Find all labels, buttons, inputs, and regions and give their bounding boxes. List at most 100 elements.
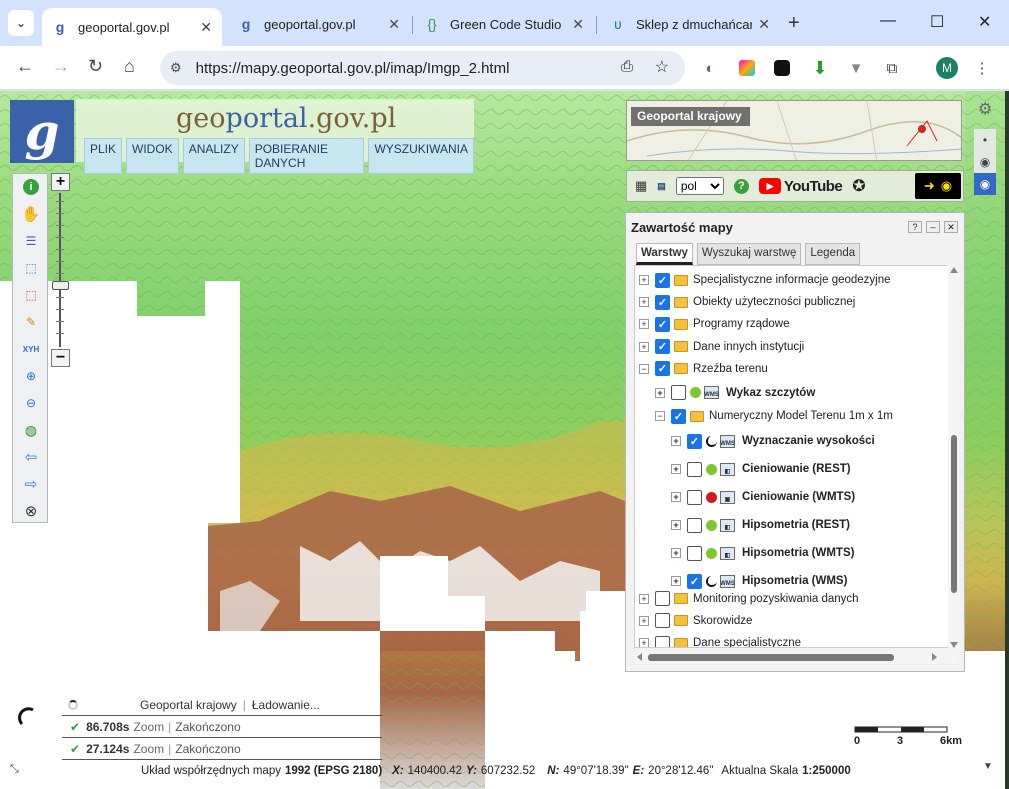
layer-visibility-checkbox[interactable] <box>671 385 686 400</box>
layer-visibility-checkbox[interactable] <box>687 517 702 533</box>
browser-menu-icon[interactable]: ⋮ <box>972 58 992 78</box>
layer-row[interactable]: + ✓ Dane innych instytucji <box>639 336 804 358</box>
expand-plus-icon[interactable]: + <box>639 341 649 352</box>
list-icon[interactable]: ☰ <box>21 232 41 250</box>
bookmark-star-icon[interactable]: ☆ <box>655 57 669 77</box>
expand-plus-icon[interactable]: + <box>671 464 681 475</box>
profile-avatar[interactable]: M <box>936 57 958 79</box>
info-icon[interactable]: i <box>21 178 41 196</box>
layer-row[interactable]: + ◧ Hipsometria (REST) <box>671 514 850 536</box>
accessibility-icon[interactable]: ✪ <box>852 176 865 196</box>
forward-arrow-icon[interactable]: → <box>52 56 70 77</box>
xyh-coordinates-icon[interactable]: XYH <box>21 340 41 358</box>
expand-plus-icon[interactable]: + <box>671 436 681 447</box>
expand-plus-icon[interactable]: + <box>671 492 681 503</box>
address-bar[interactable]: ⚙ https://mapy.geoportal.gov.pl/imap/Img… <box>160 51 685 85</box>
eye-small-icon[interactable]: ◉ <box>974 151 996 173</box>
select-rect-icon[interactable]: ⬚ <box>21 259 41 277</box>
zoom-handle[interactable] <box>52 281 69 290</box>
layer-visibility-checkbox[interactable] <box>687 489 702 505</box>
high-contrast-toggle[interactable]: ➜ ◉ <box>915 173 961 199</box>
calculator-icon[interactable]: ▦ <box>635 178 647 194</box>
layer-visibility-checkbox[interactable]: ✓ <box>671 408 686 424</box>
tab-warstwy[interactable]: Warstwy <box>636 243 693 265</box>
tab-geoportal-active[interactable]: g geoportal.gov.pl ✕ <box>42 8 222 46</box>
download-arrow-icon[interactable]: ⬇ <box>810 58 830 78</box>
tab-geoportal-2[interactable]: g geoportal.gov.pl ✕ <box>228 8 410 40</box>
layer-visibility-checkbox[interactable]: ✓ <box>655 316 670 332</box>
zoom-out-magnifier-icon[interactable]: ⊖ <box>21 394 41 412</box>
layer-visibility-checkbox[interactable] <box>655 635 670 647</box>
close-panel-icon[interactable]: ✕ <box>944 221 958 233</box>
settings-gear-icon[interactable]: ⚙ <box>978 99 992 119</box>
reload-icon[interactable]: ↻ <box>88 56 103 77</box>
layer-row[interactable]: + ◧ Cieniowanie (REST) <box>671 458 851 480</box>
globe-icon[interactable]: ◍ <box>21 421 41 439</box>
menu-widok[interactable]: WIDOK <box>126 138 179 174</box>
previous-view-arrow-icon[interactable]: ⇦ <box>21 448 41 466</box>
collapse-minus-icon[interactable]: − <box>655 411 665 422</box>
minimize-panel-icon[interactable]: – <box>926 221 940 233</box>
extension-c-icon[interactable]: ◐ <box>700 58 720 78</box>
layer-row[interactable]: + ✓ WMS Wyznaczanie wysokości <box>671 430 875 452</box>
expand-plus-icon[interactable]: + <box>639 319 649 330</box>
layer-row[interactable]: − ✓ Rzeźba terenu <box>639 358 768 380</box>
expand-plus-icon[interactable]: + <box>639 593 649 604</box>
geoportal-logo[interactable]: g <box>10 100 74 163</box>
layer-row[interactable]: + Skorowidze <box>639 610 752 632</box>
layer-visibility-checkbox[interactable] <box>687 461 702 477</box>
tab-close-icon[interactable]: ✕ <box>758 16 770 33</box>
extension-dark-icon[interactable] <box>772 58 792 78</box>
eye-visibility-icon[interactable]: ◉ <box>974 173 996 195</box>
close-window-icon[interactable]: ✕ <box>978 12 991 32</box>
expand-plus-icon[interactable]: + <box>671 548 681 559</box>
layer-row[interactable]: − ✓ Numeryczny Model Terenu 1m x 1m <box>655 405 893 427</box>
zoom-slider[interactable]: + − <box>51 173 71 367</box>
menu-plik[interactable]: PLIK <box>84 138 123 174</box>
expand-plus-icon[interactable]: + <box>671 576 681 587</box>
extensions-puzzle-icon[interactable]: ⧉ <box>882 58 902 78</box>
expand-plus-icon[interactable]: + <box>639 297 649 308</box>
tab-close-icon[interactable]: ✕ <box>388 16 400 33</box>
map-viewport[interactable]: g geoportal.gov.pl PLIK WIDOK ANALIZY PO… <box>0 91 1005 789</box>
site-info-icon[interactable]: ⚙ <box>170 60 182 76</box>
zoom-out-button[interactable]: − <box>51 349 70 367</box>
pan-hand-icon[interactable]: ✋ <box>21 205 41 223</box>
expand-plus-icon[interactable]: + <box>639 275 649 285</box>
wms-icon[interactable]: ▤ <box>657 181 666 192</box>
layer-visibility-checkbox[interactable] <box>655 591 670 607</box>
layer-tree-horizontal-scrollbar[interactable] <box>634 650 958 664</box>
layer-visibility-checkbox[interactable] <box>655 613 670 629</box>
expand-plus-icon[interactable]: + <box>671 520 681 531</box>
url-text[interactable]: https://mapy.geoportal.gov.pl/imap/Imgp_… <box>196 60 510 77</box>
tab-search-chevron-icon[interactable]: ⌄ <box>8 10 34 36</box>
select-rect-red-icon[interactable]: ⬚ <box>21 286 41 304</box>
home-icon[interactable]: ⌂ <box>124 56 135 77</box>
layer-row[interactable]: + Dane specjalistyczne <box>639 632 801 647</box>
zoom-in-magnifier-icon[interactable]: ⊕ <box>21 367 41 385</box>
next-view-arrow-icon[interactable]: ⇨ <box>21 475 41 493</box>
menu-pobieranie-danych[interactable]: POBIERANIE DANYCH <box>248 138 365 174</box>
layer-row[interactable]: + ✓ Programy rządowe <box>639 313 790 335</box>
zoom-in-button[interactable]: + <box>51 173 70 191</box>
language-select[interactable]: pol <box>675 177 724 195</box>
tab-sklep[interactable]: ʋ Sklep z dmuchańcami ✕ <box>600 8 780 40</box>
layer-visibility-checkbox[interactable]: ✓ <box>687 433 702 449</box>
menu-wyszukiwania[interactable]: WYSZUKIWANIA <box>368 138 474 174</box>
clear-circle-x-icon[interactable]: ⊗ <box>21 502 41 520</box>
layer-row[interactable]: + WMS Wykaz szczytów <box>655 382 815 404</box>
overview-map[interactable]: Geoportal krajowy <box>626 100 962 161</box>
install-app-icon[interactable]: ⎙ <box>621 58 633 75</box>
layer-tree-vertical-scrollbar[interactable] <box>948 265 960 650</box>
tab-wyszukaj-warstwe[interactable]: Wyszukaj warstwę <box>696 243 802 265</box>
tab-legenda[interactable]: Legenda <box>805 243 861 265</box>
layer-visibility-checkbox[interactable] <box>687 545 702 561</box>
layer-visibility-checkbox[interactable]: ✓ <box>655 361 670 377</box>
menu-analizy[interactable]: ANALIZY <box>182 138 245 174</box>
expand-plus-icon[interactable]: + <box>639 615 649 626</box>
layer-visibility-checkbox[interactable]: ✓ <box>655 272 670 288</box>
expand-plus-icon[interactable]: + <box>655 387 665 398</box>
back-arrow-icon[interactable]: ← <box>16 56 34 77</box>
tab-close-icon[interactable]: ✕ <box>200 19 212 36</box>
expand-plus-icon[interactable]: + <box>639 638 649 647</box>
